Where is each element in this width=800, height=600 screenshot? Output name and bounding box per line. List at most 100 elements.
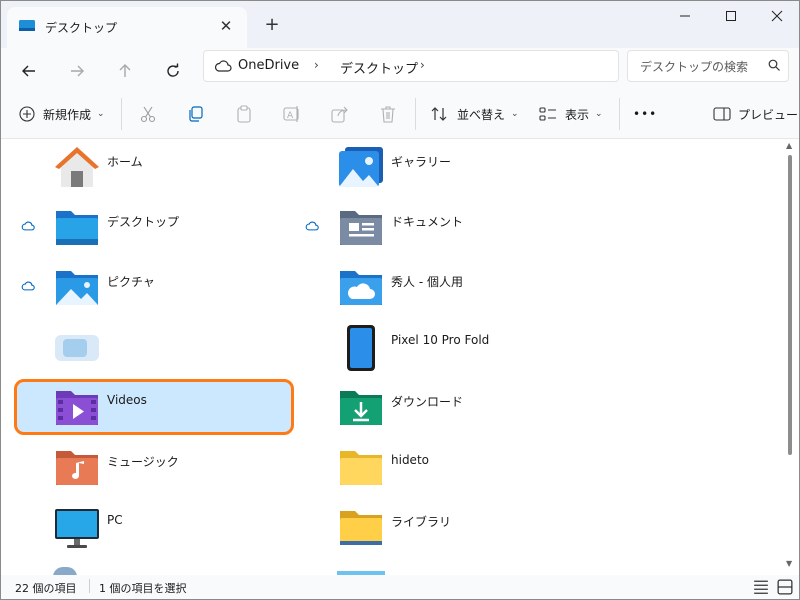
new-button-label: 新規作成 (43, 107, 92, 122)
tiles-view-icon[interactable] (777, 579, 793, 595)
scroll-up-icon[interactable]: ▲ (786, 141, 792, 150)
selection-count: 1 個の項目を選択 (99, 582, 187, 595)
item-label: Videos (107, 393, 147, 407)
libraries-folder-icon (340, 511, 382, 545)
pc-monitor-icon (55, 509, 99, 548)
tab-desktop[interactable]: デスクトップ ✕ (7, 7, 247, 48)
sort-button[interactable]: 並べ替え ⌄ (431, 102, 519, 126)
breadcrumb-chevron-icon[interactable]: › (314, 58, 319, 72)
refresh-icon (167, 63, 179, 77)
list-item-videos[interactable]: Videos (15, 379, 295, 435)
new-tab-button[interactable]: + (261, 14, 283, 36)
new-button[interactable]: 新規作成 ⌄ (19, 102, 105, 126)
gallery-icon (339, 147, 383, 187)
list-item-pixel-phone[interactable]: Pixel 10 Pro Fold (299, 319, 579, 375)
list-item-blurred[interactable] (15, 319, 295, 375)
chevron-down-icon: ⌄ (97, 109, 105, 119)
more-options-button[interactable]: ••• (633, 102, 657, 126)
view-button-label: 表示 (565, 107, 590, 122)
title-bar: デスクトップ ✕ + (1, 1, 799, 48)
scroll-down-icon[interactable]: ▼ (786, 559, 792, 568)
item-label: PC (107, 513, 123, 527)
back-button[interactable] (15, 57, 43, 85)
minimize-icon (680, 15, 690, 17)
item-label: ミュージック (107, 455, 179, 469)
list-item-libraries[interactable]: ライブラリ (299, 499, 579, 555)
list-item-gallery[interactable]: ギャラリー (299, 139, 579, 195)
view-button[interactable]: 表示 ⌄ (539, 102, 603, 126)
list-item-hideto[interactable]: hideto (299, 439, 579, 495)
user-folder-icon (340, 451, 382, 485)
refresh-button[interactable] (159, 57, 187, 85)
list-item-home[interactable]: ホーム (15, 139, 295, 195)
item-label: 秀人 - 個人用 (391, 275, 463, 289)
phone-icon (347, 325, 375, 371)
plus-circle-icon (19, 106, 35, 122)
details-view-icon[interactable] (753, 579, 769, 595)
divider (619, 98, 620, 130)
partial-item-icon (53, 567, 77, 575)
share-button[interactable] (331, 102, 349, 126)
list-item-music[interactable]: ミュージック (15, 439, 295, 495)
list-item-documents[interactable]: ドキュメント (299, 199, 579, 255)
cloud-sync-icon (21, 221, 35, 231)
scrollbar-thumb[interactable] (788, 155, 792, 455)
share-icon (331, 106, 348, 123)
documents-folder-icon (340, 211, 382, 245)
cloud-sync-icon (305, 221, 319, 231)
music-folder-icon (56, 451, 98, 485)
preview-button-label: プレビュー (738, 107, 799, 122)
minimize-button[interactable] (662, 1, 708, 33)
sort-arrows-icon (431, 107, 447, 121)
list-item-onedrive-personal[interactable]: 秀人 - 個人用 (299, 259, 579, 315)
vertical-scrollbar[interactable]: ▲ ▼ (785, 141, 797, 571)
chevron-down-icon: ⌄ (595, 109, 603, 119)
copy-button[interactable] (187, 102, 205, 126)
search-box[interactable]: デスクトップの検索 (627, 50, 789, 82)
search-input[interactable]: デスクトップの検索 (640, 58, 748, 75)
file-list: ホーム デスクトップ ピクチャ Videos ミュージック PC ギャラリー ド… (1, 139, 781, 575)
breadcrumb-desktop[interactable]: デスクトップ (340, 58, 418, 77)
navigation-bar: OneDrive › デスクトップ › デスクトップの検索 (1, 48, 799, 90)
trash-icon (381, 106, 395, 123)
blurred-item-icon (55, 335, 99, 361)
list-item-pc[interactable]: PC (15, 499, 295, 555)
up-button[interactable] (111, 57, 139, 85)
rename-icon: A (283, 106, 299, 122)
breadcrumb-onedrive[interactable]: OneDrive (238, 58, 299, 73)
downloads-folder-icon (340, 391, 382, 425)
maximize-icon (726, 11, 736, 21)
delete-button[interactable] (379, 102, 397, 126)
onedrive-folder-icon (340, 271, 382, 305)
divider (89, 579, 90, 593)
item-label: Pixel 10 Pro Fold (391, 333, 490, 347)
item-label: hideto (391, 453, 429, 467)
arrow-left-icon (22, 65, 35, 77)
list-item-downloads[interactable]: ダウンロード (299, 379, 579, 435)
maximize-button[interactable] (708, 1, 754, 33)
paste-button[interactable] (235, 102, 253, 126)
close-window-button[interactable] (754, 1, 799, 33)
item-label: デスクトップ (107, 215, 180, 229)
address-bar[interactable]: OneDrive › デスクトップ › (203, 50, 619, 82)
desktop-icon (19, 20, 35, 31)
cut-button[interactable] (139, 102, 157, 126)
sort-button-label: 並べ替え (457, 107, 506, 122)
preview-pane-icon (713, 107, 731, 121)
preview-pane-button[interactable]: プレビュー (713, 102, 798, 126)
onedrive-cloud-icon (214, 60, 232, 72)
arrow-up-icon (119, 64, 131, 77)
command-bar: 新規作成 ⌄ A 並べ替え ⌄ 表示 ⌄ ••• プレビュー (1, 90, 799, 139)
copy-icon (189, 106, 203, 122)
breadcrumb-chevron-icon[interactable]: › (420, 58, 425, 72)
divider (415, 98, 416, 130)
list-item-desktop[interactable]: デスクトップ (15, 199, 295, 255)
list-view-icon (539, 107, 556, 121)
rename-button[interactable]: A (283, 102, 301, 126)
divider (121, 98, 122, 130)
close-tab-icon[interactable]: ✕ (215, 15, 237, 37)
list-item-pictures[interactable]: ピクチャ (15, 259, 295, 315)
forward-button[interactable] (63, 57, 91, 85)
item-label: ピクチャ (107, 275, 155, 289)
file-explorer-window: デスクトップ ✕ + OneDrive › デスクトップ › デスクトップの検索… (0, 0, 800, 600)
